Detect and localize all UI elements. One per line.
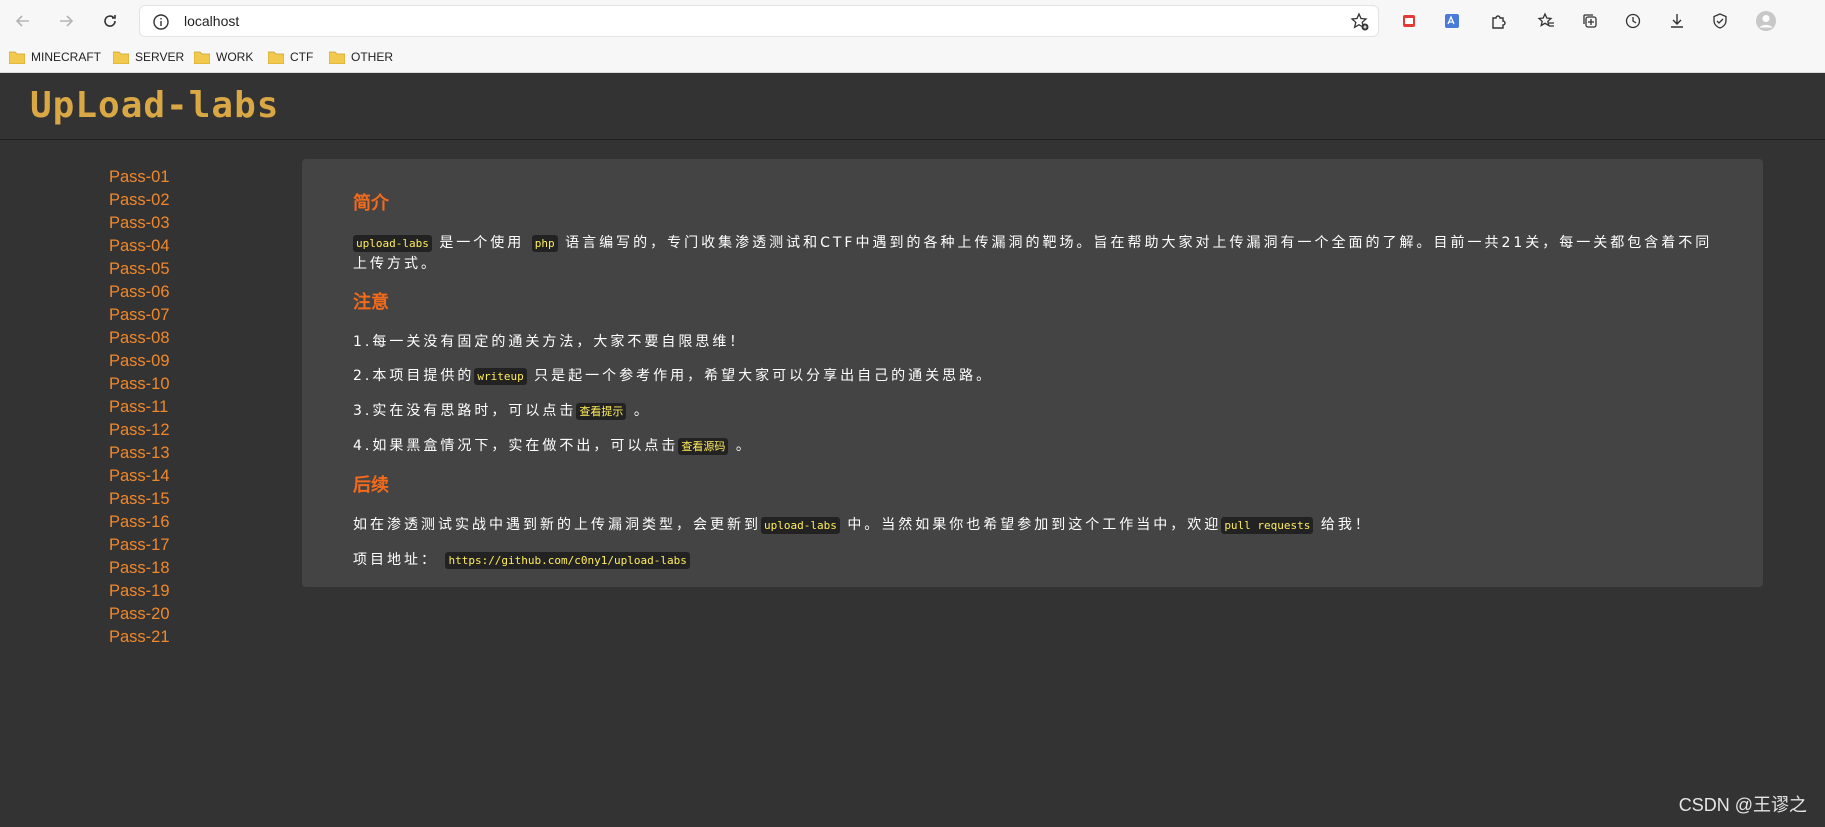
sidebar-item-pass-21[interactable]: Pass-21: [109, 626, 249, 649]
code-pull-requests: pull requests: [1221, 517, 1314, 534]
follow-heading: 后续: [353, 475, 389, 496]
code-upload-labs: upload-labs: [353, 235, 432, 252]
view-source-link[interactable]: 查看源码: [678, 438, 729, 455]
site-header: UpLoad-labs: [0, 73, 1825, 140]
sidebar-item-pass-12[interactable]: Pass-12: [109, 419, 249, 442]
sidebar-item-pass-03[interactable]: Pass-03: [109, 212, 249, 235]
sidebar-item-pass-13[interactable]: Pass-13: [109, 442, 249, 465]
extension-shield-icon[interactable]: [1398, 10, 1420, 32]
browser-toolbar: localhost: [0, 0, 1825, 42]
notice-heading: 注意: [353, 292, 389, 313]
notice-line-2-text-b: 只是起一个参考作用，希望大家可以分享出自己的通关思路。: [534, 368, 994, 384]
sidebar-item-pass-15[interactable]: Pass-15: [109, 488, 249, 511]
folder-icon: [113, 51, 129, 64]
extensions-puzzle-icon[interactable]: [1487, 10, 1509, 32]
sidebar-item-pass-11[interactable]: Pass-11: [109, 396, 249, 419]
folder-icon: [329, 51, 345, 64]
browser-chrome: localhost MINECRAFT SERVER WORK CTF OTHE…: [0, 0, 1825, 73]
sidebar-item-pass-06[interactable]: Pass-06: [109, 281, 249, 304]
bookmark-other[interactable]: OTHER: [329, 48, 393, 66]
sidebar-item-pass-05[interactable]: Pass-05: [109, 258, 249, 281]
bookmark-label: WORK: [216, 50, 254, 64]
project-address-label: 项目地址：: [353, 552, 438, 568]
bookmark-minecraft[interactable]: MINECRAFT: [9, 48, 101, 66]
sidebar-item-pass-04[interactable]: Pass-04: [109, 235, 249, 258]
code-writeup: writeup: [474, 368, 527, 385]
refresh-icon: [104, 15, 116, 27]
notice-line-4: 4.如果黑盒情况下，实在做不出，可以点击 查看源码 。: [353, 436, 1715, 457]
project-url-link[interactable]: https://github.com/c0ny1/upload-labs: [445, 552, 690, 569]
notice-line-4-text-a: 4.如果黑盒情况下，实在做不出，可以点击: [353, 438, 679, 454]
sidebar-item-pass-10[interactable]: Pass-10: [109, 373, 249, 396]
notice-line-1: 1.每一关没有固定的通关方法，大家不要自限思维！: [353, 334, 747, 350]
follow-line-1-text-c: 给我！: [1320, 517, 1372, 533]
notice-line-3-text-b: 。: [633, 403, 651, 419]
translate-extension-icon[interactable]: [1441, 10, 1463, 32]
intro-heading: 简介: [353, 193, 389, 214]
sidebar-item-pass-02[interactable]: Pass-02: [109, 189, 249, 212]
notice-line-2-text-a: 2.本项目提供的: [353, 368, 475, 384]
browser-essentials-icon[interactable]: [1709, 10, 1731, 32]
favorites-icon[interactable]: [1535, 10, 1557, 32]
notice-line-4-text-b: 。: [735, 438, 753, 454]
arrow-left-icon: [15, 15, 29, 27]
notice-line-2: 2.本项目提供的 writeup 只是起一个参考作用，希望大家可以分享出自己的通关…: [353, 366, 1715, 387]
sidebar-item-pass-20[interactable]: Pass-20: [109, 603, 249, 626]
history-icon[interactable]: [1622, 10, 1644, 32]
view-hint-link[interactable]: 查看提示: [576, 403, 627, 420]
bookmark-label: MINECRAFT: [31, 50, 101, 64]
follow-line-2: 项目地址： https://github.com/c0ny1/upload-la…: [353, 550, 1715, 571]
sidebar-item-pass-19[interactable]: Pass-19: [109, 580, 249, 603]
code-upload-labs-2: upload-labs: [761, 517, 840, 534]
sidebar-item-pass-08[interactable]: Pass-08: [109, 327, 249, 350]
intro-text-1: 是一个使用: [439, 235, 525, 251]
folder-icon: [194, 51, 210, 64]
favorite-add-icon[interactable]: [1350, 12, 1370, 32]
follow-line-1-text-b: 中。当然如果你也希望参加到这个工作当中，欢迎: [847, 517, 1222, 533]
info-icon[interactable]: [152, 13, 170, 31]
sidebar-item-pass-17[interactable]: Pass-17: [109, 534, 249, 557]
address-bar[interactable]: localhost: [139, 5, 1379, 37]
site-logo[interactable]: UpLoad-labs: [30, 85, 279, 126]
follow-line-1-text-a: 如在渗透测试实战中遇到新的上传漏洞类型，会更新到: [353, 517, 761, 533]
url-text[interactable]: localhost: [184, 13, 239, 29]
watermark: CSDN @王谬之: [1678, 795, 1807, 815]
sidebar-item-pass-18[interactable]: Pass-18: [109, 557, 249, 580]
notice-line-3-text-a: 3.实在没有思路时，可以点击: [353, 403, 577, 419]
bookmark-label: CTF: [290, 50, 314, 64]
bookmark-label: SERVER: [135, 50, 185, 64]
code-php: php: [531, 235, 558, 252]
folder-icon: [9, 51, 25, 64]
sidebar-nav: Pass-01 Pass-02 Pass-03 Pass-04 Pass-05 …: [109, 166, 249, 649]
content-panel: 简介 upload-labs 是一个使用 php 语言编写的，专门收集渗透测试和…: [302, 159, 1763, 587]
sidebar-item-pass-01[interactable]: Pass-01: [109, 166, 249, 189]
intro-paragraph: upload-labs 是一个使用 php 语言编写的，专门收集渗透测试和CTF…: [353, 233, 1715, 274]
refresh-button[interactable]: [97, 9, 123, 33]
profile-avatar-icon[interactable]: [1755, 10, 1777, 32]
follow-line-1: 如在渗透测试实战中遇到新的上传漏洞类型，会更新到 upload-labs 中。当然…: [353, 515, 1715, 536]
bookmark-ctf[interactable]: CTF: [268, 48, 313, 66]
bookmarks-bar: MINECRAFT SERVER WORK CTF OTHER: [0, 42, 1825, 72]
sidebar-item-pass-16[interactable]: Pass-16: [109, 511, 249, 534]
folder-icon: [268, 51, 284, 64]
arrow-right-icon: [60, 15, 74, 27]
bookmark-work[interactable]: WORK: [194, 48, 253, 66]
content-inner: 简介 upload-labs 是一个使用 php 语言编写的，专门收集渗透测试和…: [353, 189, 1715, 571]
bookmark-label: OTHER: [351, 50, 393, 64]
collections-icon[interactable]: [1579, 10, 1601, 32]
downloads-icon[interactable]: [1666, 10, 1688, 32]
sidebar-item-pass-09[interactable]: Pass-09: [109, 350, 249, 373]
notice-line-3: 3.实在没有思路时，可以点击 查看提示 。: [353, 401, 1715, 422]
sidebar-item-pass-14[interactable]: Pass-14: [109, 465, 249, 488]
bookmark-server[interactable]: SERVER: [113, 48, 184, 66]
back-button[interactable]: [10, 9, 36, 33]
sidebar-item-pass-07[interactable]: Pass-07: [109, 304, 249, 327]
forward-button[interactable]: [53, 9, 79, 33]
